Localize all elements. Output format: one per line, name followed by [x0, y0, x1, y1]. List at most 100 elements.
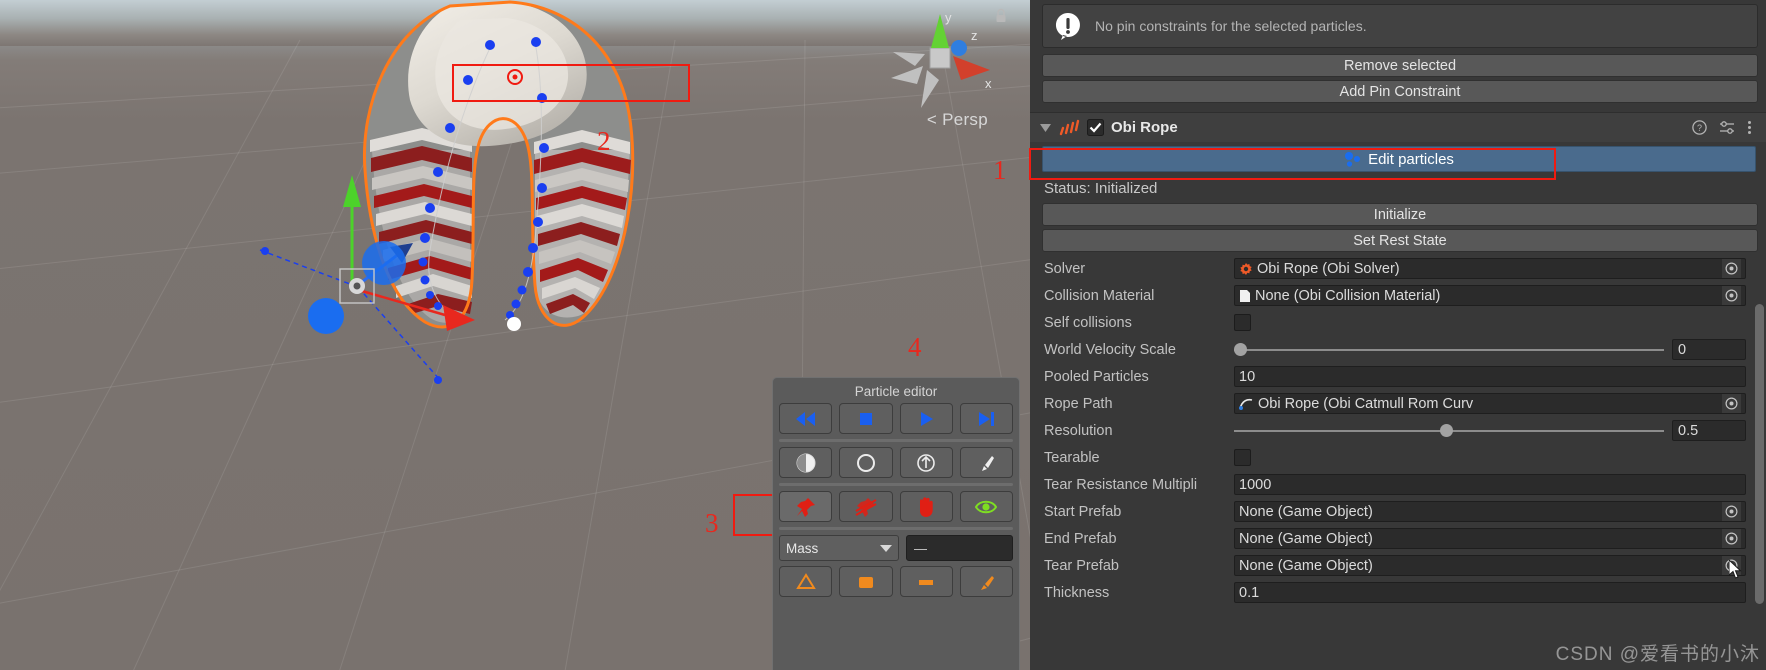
particle-editor-row-extra: [779, 566, 1013, 597]
curve-icon: [1239, 398, 1253, 410]
skip-end-button[interactable]: [959, 403, 1013, 434]
object-picker-icon[interactable]: [1722, 529, 1741, 548]
triangle-down-icon[interactable]: [1040, 122, 1051, 133]
orange-bar-icon: [919, 579, 934, 585]
property-value: Obi Rope (Obi Catmull Rom Curv: [1258, 395, 1474, 412]
orange-brush-icon: [981, 575, 995, 590]
start-prefab-object-field[interactable]: None (Game Object): [1234, 501, 1746, 522]
select-circle-button[interactable]: [839, 447, 893, 478]
property-button[interactable]: [899, 447, 953, 478]
object-picker-icon[interactable]: [1722, 394, 1741, 413]
scene-perspective-label[interactable]: < Persp: [927, 110, 988, 130]
particle-editor-panel[interactable]: Particle editor Mass —: [772, 377, 1020, 670]
initialize-button[interactable]: Initialize: [1042, 203, 1758, 226]
inspector-panel[interactable]: No pin constraints for the selected part…: [1030, 0, 1766, 670]
world-velocity-scale-slider[interactable]: [1234, 339, 1664, 360]
component-enabled-checkbox[interactable]: [1087, 119, 1104, 136]
annotation-box-2: [452, 64, 690, 102]
play-button[interactable]: [899, 403, 953, 434]
particle-editor-row-playback: [779, 403, 1013, 434]
tool-d-button[interactable]: [959, 566, 1013, 597]
scene-view[interactable]: y z x < Persp 2 4 3 Particle editor Mass…: [0, 0, 1030, 670]
tear-resistance-field[interactable]: 1000: [1234, 474, 1746, 495]
unpin-icon: [855, 497, 877, 517]
component-title: Obi Rope: [1111, 119, 1178, 136]
play-icon: [921, 411, 934, 426]
tool-a-button[interactable]: [779, 566, 833, 597]
world-velocity-scale-value[interactable]: 0: [1672, 339, 1746, 360]
transform-gizmo[interactable]: [240, 165, 580, 425]
property-label: End Prefab: [1044, 530, 1117, 547]
property-label: Self collisions: [1044, 314, 1132, 331]
property-label: Collision Material: [1044, 287, 1155, 304]
hand-icon: [920, 497, 933, 517]
property-row-thickness: Thickness 0.1: [1030, 579, 1766, 606]
slider-knob[interactable]: [1440, 424, 1454, 437]
property-value-field[interactable]: —: [906, 535, 1013, 561]
resolution-slider[interactable]: [1234, 420, 1664, 441]
property-row-tear-resistance: Tear Resistance Multipli 1000: [1030, 471, 1766, 498]
tear-prefab-object-field[interactable]: None (Game Object): [1234, 555, 1746, 576]
property-row-collision-material: Collision Material None (Obi Collision M…: [1030, 282, 1766, 309]
svg-text:?: ?: [1697, 123, 1702, 133]
property-value: None (Game Object): [1239, 557, 1373, 574]
property-label: World Velocity Scale: [1044, 341, 1176, 358]
add-pin-constraint-button[interactable]: Add Pin Constraint: [1042, 80, 1758, 103]
pin-icon: [796, 497, 815, 517]
object-picker-icon[interactable]: [1722, 286, 1741, 305]
annotation-label-1: 1: [993, 155, 1007, 185]
property-dropdown[interactable]: Mass: [779, 535, 899, 561]
watermark: CSDN @爱看书的小沐: [1555, 644, 1760, 665]
annotation-label-3: 3: [705, 508, 719, 538]
end-prefab-object-field[interactable]: None (Game Object): [1234, 528, 1746, 549]
property-row-world-velocity-scale: World Velocity Scale 0: [1030, 336, 1766, 363]
property-row-pooled-particles: Pooled Particles 10: [1030, 363, 1766, 390]
rewind-icon: [795, 411, 815, 426]
stop-button[interactable]: [839, 403, 893, 434]
particle-editor-divider-3: [779, 527, 1013, 530]
thickness-field[interactable]: 0.1: [1234, 582, 1746, 603]
tool-c-button[interactable]: [899, 566, 953, 597]
particle-editor-property-row: Mass —: [779, 535, 1013, 561]
pooled-particles-field[interactable]: 10: [1234, 366, 1746, 387]
remove-selected-button[interactable]: Remove selected: [1042, 54, 1758, 77]
help-icon[interactable]: ?: [1692, 120, 1707, 135]
property-row-tear-prefab: Tear Prefab None (Game Object): [1030, 552, 1766, 579]
resolution-value[interactable]: 0.5: [1672, 420, 1746, 441]
set-rest-state-button[interactable]: Set Rest State: [1042, 229, 1758, 252]
property-row-self-collisions: Self collisions: [1030, 309, 1766, 336]
self-collisions-checkbox[interactable]: [1234, 314, 1251, 331]
tearable-checkbox[interactable]: [1234, 449, 1251, 466]
lock-icon[interactable]: [994, 8, 1008, 24]
rewind-button[interactable]: [779, 403, 833, 434]
hand-button[interactable]: [899, 491, 953, 522]
solver-object-field[interactable]: Obi Rope (Obi Solver): [1234, 258, 1746, 279]
property-row-resolution: Resolution 0.5: [1030, 417, 1766, 444]
property-label: Tearable: [1044, 449, 1100, 466]
property-value: None (Game Object): [1239, 530, 1373, 547]
pin-button[interactable]: [779, 491, 833, 522]
select-half-button[interactable]: [779, 447, 833, 478]
particle-editor-row-tools: [779, 491, 1013, 522]
unpin-button[interactable]: [839, 491, 893, 522]
menu-icon[interactable]: [1747, 120, 1752, 135]
scene-axis-gizmo[interactable]: y z x: [885, 8, 1000, 113]
visibility-button[interactable]: [959, 491, 1013, 522]
collision-material-object-field[interactable]: None (Obi Collision Material): [1234, 285, 1746, 306]
paint-brush-button[interactable]: [959, 447, 1013, 478]
object-picker-icon[interactable]: [1722, 259, 1741, 278]
preset-icon[interactable]: [1719, 120, 1735, 135]
property-label: Solver: [1044, 260, 1086, 277]
obi-rope-component-header[interactable]: Obi Rope ?: [1030, 112, 1766, 142]
inspector-scrollbar[interactable]: [1755, 304, 1764, 604]
property-value: Obi Rope (Obi Solver): [1257, 260, 1400, 277]
object-picker-icon[interactable]: [1722, 502, 1741, 521]
tool-b-button[interactable]: [839, 566, 893, 597]
property-label: Resolution: [1044, 422, 1113, 439]
property-row-end-prefab: End Prefab None (Game Object): [1030, 525, 1766, 552]
property-row-tearable: Tearable: [1030, 444, 1766, 471]
slider-knob[interactable]: [1234, 343, 1247, 356]
property-dropdown-label: Mass: [786, 540, 819, 556]
bucket-icon: [858, 576, 873, 588]
rope-path-object-field[interactable]: Obi Rope (Obi Catmull Rom Curv: [1234, 393, 1746, 414]
